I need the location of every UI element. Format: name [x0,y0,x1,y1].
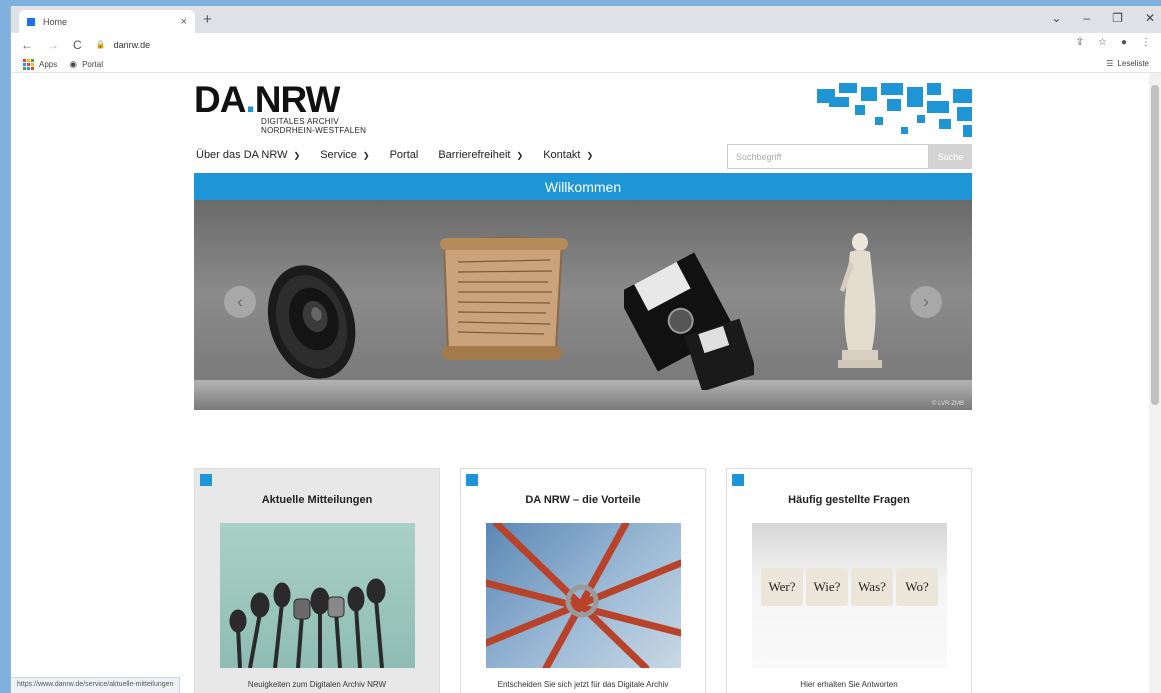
nav-item-portal[interactable]: Portal [390,149,419,161]
nav-label: Über das DA NRW [196,149,288,161]
card-title: Aktuelle Mitteilungen [261,494,373,506]
window-controls: ⌄ – ❐ ✕ [1051,11,1155,25]
profile-icon[interactable]: ● [1121,37,1127,48]
slider-prev-button[interactable]: ‹ [224,286,256,318]
page-viewport: DA.NRW DIGITALES ARCHIV NORDRHEIN-WESTFA… [11,73,1150,693]
logo-nrw: NRW [254,79,341,120]
favicon-icon [27,17,35,26]
address-text: danrw.de [113,39,151,50]
scrollbar-thumb[interactable] [1151,85,1159,405]
page-scrollbar[interactable] [1149,73,1161,693]
bookmark-portal[interactable]: ◉ Portal [69,59,103,70]
word-cube: Was? [851,568,893,606]
logo-da: DA [194,79,246,120]
card-faq[interactable]: Häufig gestellte Fragen Wer? Wie? Was? W… [726,468,972,693]
card-vorteile[interactable]: DA NRW – die Vorteile Entscheiden Sie si… [460,468,706,693]
reload-button[interactable]: C [73,38,82,52]
minimize-button[interactable]: – [1083,11,1090,25]
chevron-down-icon: ❯ [293,150,301,160]
question-cubes-image: Wer? Wie? Was? Wo? [752,523,947,668]
search-button[interactable]: Suche [929,144,972,169]
scroll-parchment-image [440,236,568,360]
tab-strip: Home × + ⌄ – ❐ ✕ [11,6,1161,33]
nav-item-service[interactable]: Service ❯ [320,149,369,161]
forward-button[interactable]: → [47,38,59,52]
nav-label: Kontakt [543,149,581,161]
back-button[interactable]: ← [21,38,33,52]
floppy-disks-image [624,252,754,390]
search-input[interactable] [727,144,929,169]
card-aktuelle-mitteilungen[interactable]: Aktuelle Mitteilungen Neuigkeiten zum Di… [194,468,440,693]
microphones-image [220,523,415,668]
hero-slider: ‹ › © LVR-ZMB [194,200,972,410]
toolbar-actions: ⇪ ☆ ● ⋮ [1076,37,1151,48]
microphones-illustration [229,578,386,668]
card-title: Häufig gestellte Fragen [788,494,910,506]
nav-item-kontakt[interactable]: Kontakt ❯ [543,149,593,161]
bookmark-portal-label: Portal [82,59,103,69]
nav-label: Barrierefreiheit [438,149,511,161]
tab-close-icon[interactable]: × [181,16,187,28]
browser-toolbar: ← → C 🔒 danrw.de ⇪ ☆ ● ⋮ [11,33,1161,56]
pixel-pattern-logo [817,83,972,138]
chevron-down-icon: ❯ [586,150,594,160]
welcome-banner: Willkommen [194,173,972,200]
apps-grid-icon [23,58,34,70]
address-bar[interactable]: 🔒 danrw.de [96,40,151,50]
main-navigation: Über das DA NRW ❯ Service ❯ Portal Barrier… [196,149,593,161]
maximize-button[interactable]: ❐ [1112,11,1123,25]
card-description: Entscheiden Sie sich jetzt für das Digit… [497,680,669,689]
share-icon[interactable]: ⇪ [1076,37,1084,48]
bookmark-apps[interactable]: Apps [23,58,58,70]
bookmarks-bar: Apps ◉ Portal ☰ Leseliste [11,56,1161,73]
site-logo[interactable]: DA.NRW DIGITALES ARCHIV NORDRHEIN-WESTFA… [194,81,367,135]
site-search: Suche [727,144,972,169]
tab-search-icon[interactable]: ⌄ [1051,11,1061,25]
status-bar-url: https://www.danrw.de/service/aktuelle-mi… [11,677,181,693]
reading-list-button[interactable]: ☰ Leseliste [1106,59,1149,68]
card-description: Hier erhalten Sie Antworten [800,680,898,689]
reading-list-label: Leseliste [1117,59,1149,68]
rope-net-illustration [486,523,681,668]
card-title: DA NRW – die Vorteile [525,494,641,506]
statue-image [838,233,882,368]
chevron-down-icon: ❯ [516,150,524,160]
chevron-down-icon: ❯ [362,150,370,160]
word-cube: Wer? [761,568,803,606]
close-window-button[interactable]: ✕ [1145,11,1155,25]
bookmark-apps-label: Apps [39,59,58,69]
cube-stack: Wer? Wie? Was? Wo? [752,568,947,606]
card-marker-square [200,474,212,486]
menu-icon[interactable]: ⋮ [1141,37,1151,48]
rope-net-image [486,523,681,668]
portal-icon: ◉ [69,58,78,69]
nav-label: Portal [389,149,419,161]
nav-item-barrierefreiheit[interactable]: Barrierefreiheit ❯ [438,149,523,161]
card-marker-square [732,474,744,486]
card-marker-square [466,474,478,486]
word-cube: Wie? [806,568,848,606]
tab-title: Home [43,16,68,27]
bookmark-star-icon[interactable]: ☆ [1098,37,1107,48]
logo-dot: . [245,79,255,120]
tab-home[interactable]: Home × [19,10,195,33]
browser-window: Home × + ⌄ – ❐ ✕ ← → C 🔒 danrw.de ⇪ ☆ ● … [10,6,1161,693]
loudspeaker-image [267,265,356,379]
word-cube: Wo? [896,568,938,606]
slider-next-button[interactable]: › [910,286,942,318]
nav-item-ueber[interactable]: Über das DA NRW ❯ [196,149,300,161]
welcome-title: Willkommen [544,178,622,195]
logo-wordmark: DA.NRW [194,81,366,118]
reading-list-icon: ☰ [1106,59,1114,68]
logo-subtitle-2: NORDRHEIN-WESTFALEN [261,126,367,135]
logo-subtitle-1: DIGITALES ARCHIV [261,117,340,126]
new-tab-button[interactable]: + [203,11,212,28]
lock-icon: 🔒 [95,40,106,49]
image-credit: © LVR-ZMB [932,401,964,407]
card-description: Neuigkeiten zum Digitalen Archiv NRW [247,680,387,689]
nav-label: Service [320,149,357,161]
